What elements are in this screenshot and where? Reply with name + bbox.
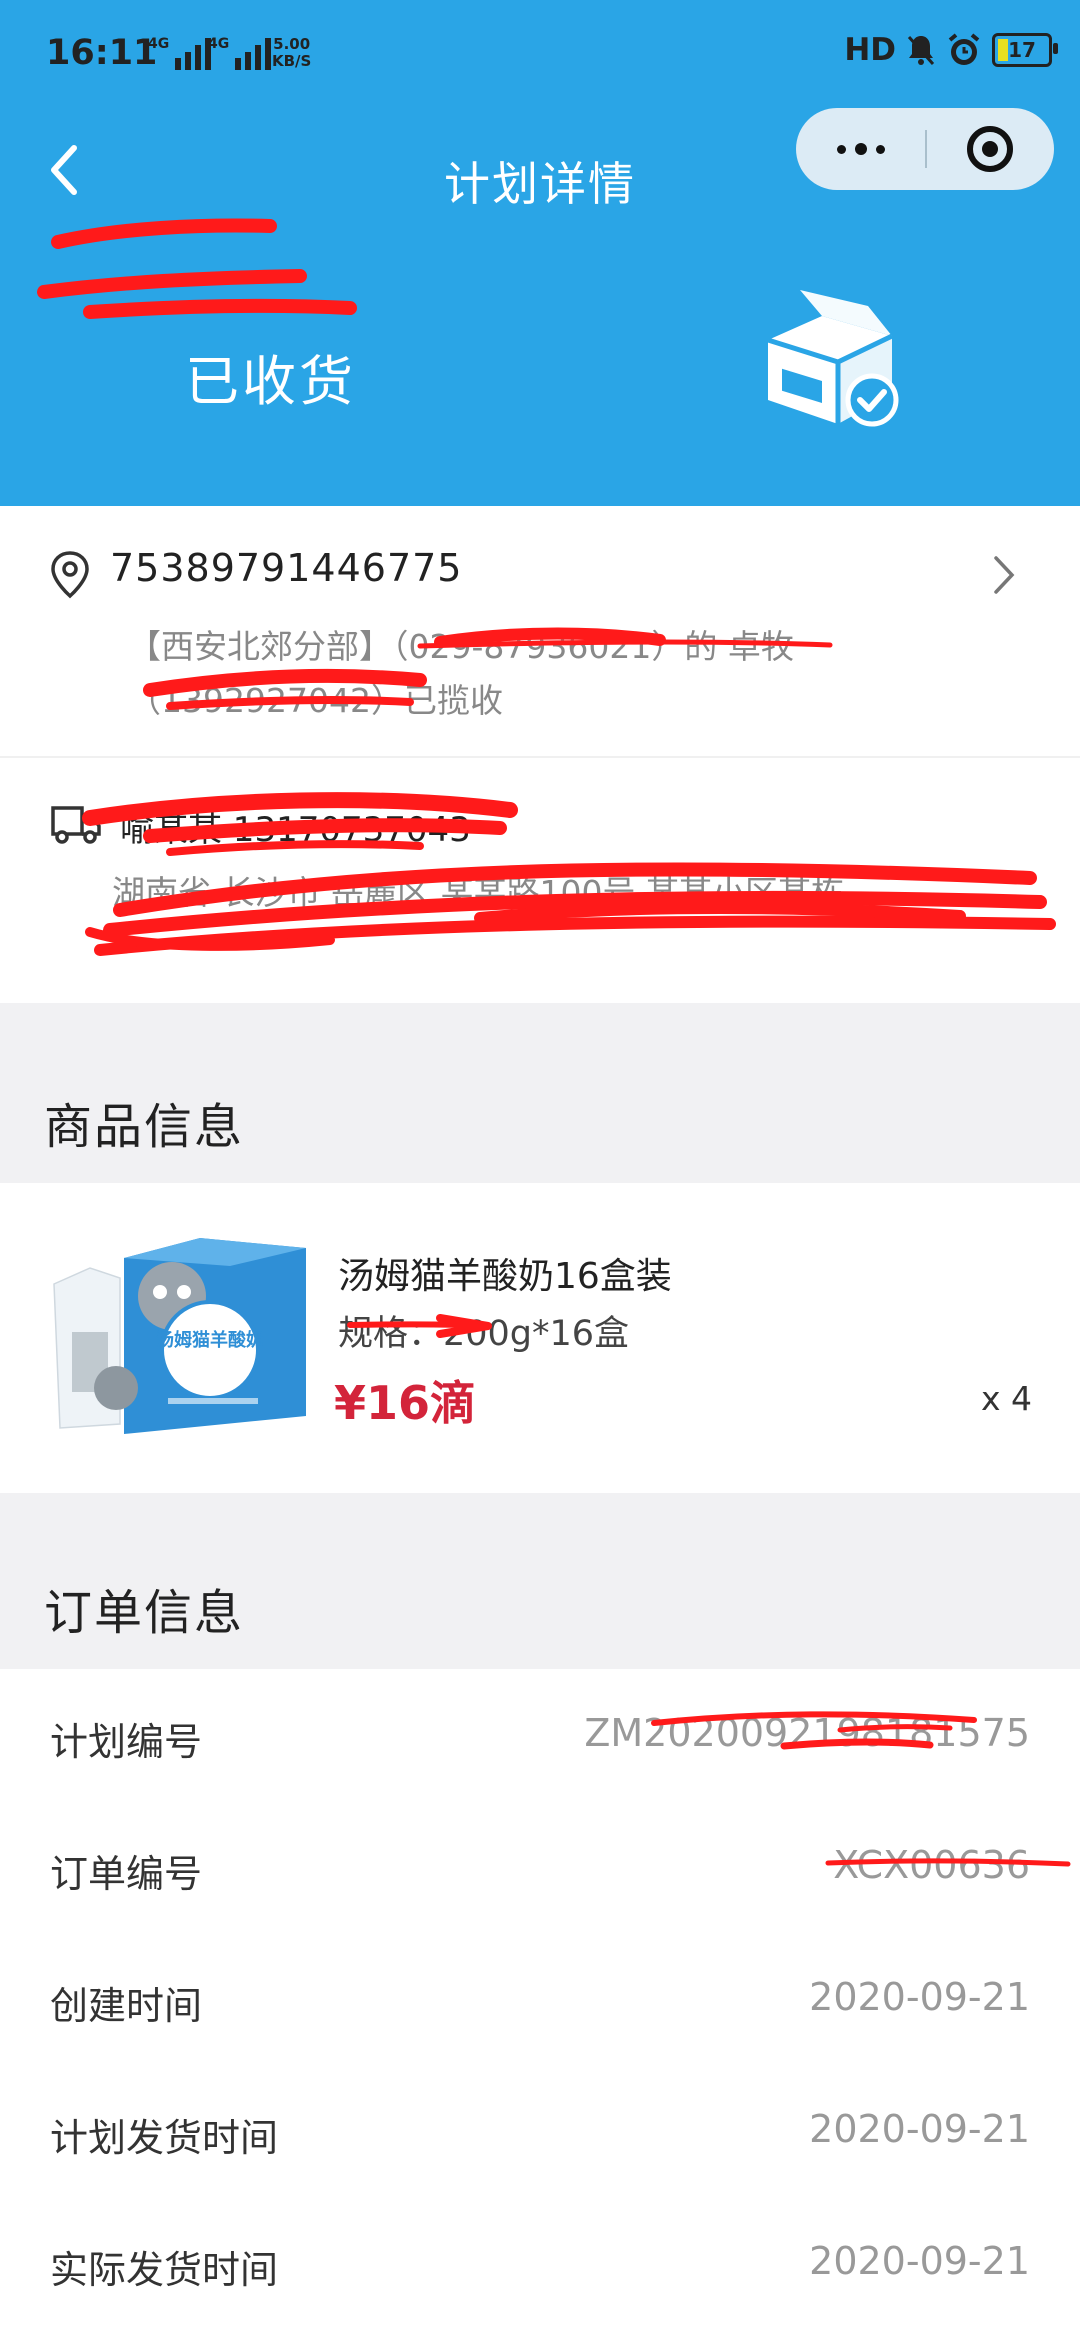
- received-box-icon: [767, 290, 899, 427]
- product-price: ¥16滴: [334, 1376, 477, 1430]
- logistics-card[interactable]: 75389791446775 【西安北郊分部】（029-87936021）的 卓…: [0, 506, 1080, 756]
- goods-item[interactable]: 汤姆猫羊酸奶 汤姆猫羊酸奶16盒装 规格：200g*16盒 ¥16滴 x 4: [0, 1183, 1080, 1493]
- order-row-planned-ship: 计划发货时间 2020-09-21: [0, 2065, 1080, 2199]
- product-quantity: x 4: [980, 1379, 1032, 1418]
- mute-icon: [907, 36, 935, 65]
- tracking-desc-line1: 【西安北郊分部】（029-87936021）的 卓牧: [128, 627, 794, 666]
- order-row-order-no: 订单编号 XCX00636: [0, 1801, 1080, 1935]
- receiver-address: 湖南省 长沙市 岳麓区 某某路100号 某某小区某栋: [112, 873, 844, 912]
- order-row-value: 2020-09-21: [809, 2239, 1030, 2283]
- order-row-created: 创建时间 2020-09-21: [0, 1933, 1080, 2067]
- section-title: 订单信息: [44, 1585, 245, 1641]
- order-row-key: 计划编号: [50, 1720, 203, 1764]
- order-row-value: 2020-09-21: [809, 1975, 1030, 2019]
- product-image-text: 汤姆猫羊酸奶: [156, 1329, 264, 1351]
- nav-bar: 计划详情: [0, 108, 1080, 230]
- network-speed: 5.00 KB/S: [272, 35, 312, 70]
- order-row-value: XCX00636: [833, 1843, 1030, 1887]
- product-spec: 规格：200g*16盒: [338, 1314, 630, 1354]
- more-dot: [875, 144, 885, 154]
- hd-indicator: HD: [844, 32, 896, 68]
- order-row-plan-no: 计划编号 ZM2020092198181575: [0, 1669, 1080, 1803]
- receiver-card: 喻某某 13170737043 湖南省 长沙市 岳麓区 某某路100号 某某小区…: [0, 758, 1080, 1003]
- product-image: 汤姆猫羊酸奶: [50, 1238, 310, 1436]
- order-status: 已收货: [185, 350, 356, 413]
- section-title: 商品信息: [44, 1099, 245, 1155]
- status-right: HD 17: [844, 32, 1058, 68]
- order-row-key: 创建时间: [50, 1984, 203, 2028]
- truck-icon: [51, 806, 101, 844]
- signal-icon-2: 4G: [208, 36, 272, 70]
- order-section-header: 订单信息: [0, 1493, 1080, 1673]
- tracking-number: 75389791446775: [110, 546, 463, 590]
- tracking-description: 【西安北郊分部】（029-87936021）的 卓牧 （1392927042）已…: [128, 620, 948, 728]
- location-pin-icon: [51, 551, 89, 599]
- network-type-2: 4G: [208, 36, 230, 52]
- alarm-icon: [948, 33, 980, 65]
- order-row-value: 2020-09-21: [809, 2107, 1030, 2151]
- status-time: 16:11: [46, 33, 158, 73]
- close-miniprogram-button[interactable]: [925, 108, 1054, 190]
- chevron-right-icon: [994, 556, 1015, 594]
- order-row-key: 订单编号: [50, 1852, 203, 1896]
- signal-icon: 4G: [148, 36, 212, 70]
- more-dot: [854, 143, 867, 155]
- order-row-key: 计划发货时间: [50, 2116, 279, 2160]
- miniprogram-capsule: [796, 108, 1054, 190]
- network-type: 4G: [148, 36, 170, 52]
- tracking-desc-line2: （1392927042）已揽收: [128, 681, 503, 720]
- product-name: 汤姆猫羊酸奶16盒装: [338, 1256, 672, 1297]
- more-dot: [836, 144, 846, 154]
- more-button[interactable]: [796, 108, 925, 190]
- order-row-actual-ship: 实际发货时间 2020-09-21: [0, 2197, 1080, 2329]
- battery-icon: 17: [992, 33, 1058, 67]
- target-close-icon: [966, 126, 1013, 172]
- status-bar: 16:11 4G 4G 5.00 KB/S HD 17: [0, 0, 1080, 110]
- goods-section-header: 商品信息: [0, 1003, 1080, 1183]
- order-row-value: ZM2020092198181575: [584, 1711, 1030, 1755]
- receiver-name-phone: 喻某某 13170737043: [120, 810, 471, 850]
- order-row-key: 实际发货时间: [50, 2248, 279, 2292]
